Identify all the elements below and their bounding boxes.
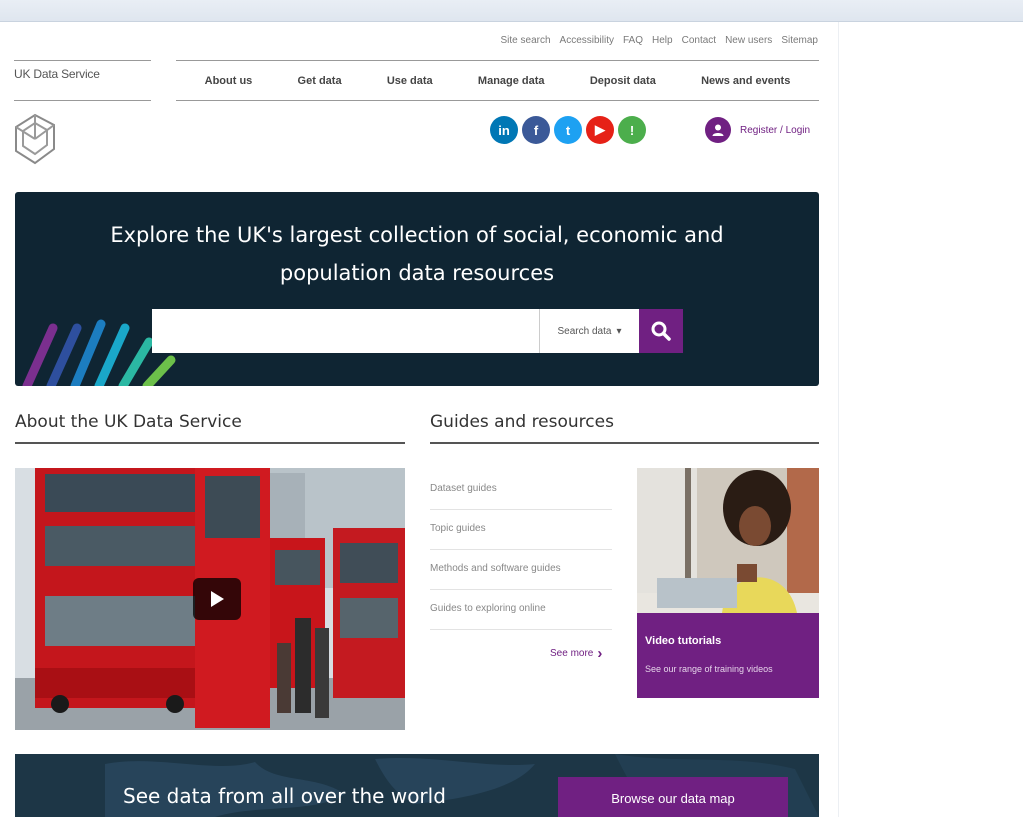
utility-link-help[interactable]: Help (652, 35, 673, 46)
right-blank-pane (838, 22, 1023, 817)
data-search-input[interactable] (152, 309, 539, 353)
register-login-link[interactable]: Register / Login (705, 117, 810, 143)
social-links: in f t ▶ ! (490, 116, 646, 144)
guide-link-dataset[interactable]: Dataset guides (430, 470, 612, 510)
youtube-icon[interactable]: ▶ (586, 116, 614, 144)
guide-link-topic[interactable]: Topic guides (430, 510, 612, 550)
utility-link-contact[interactable]: Contact (682, 35, 716, 46)
main-nav: About us Get data Use data Manage data D… (176, 60, 819, 101)
caret-down-icon: ▾ (616, 325, 622, 337)
hero-title-line1: Explore the UK's largest collection of s… (110, 223, 724, 247)
nav-use-data[interactable]: Use data (387, 75, 433, 87)
youtube-glyph: ▶ (595, 122, 605, 137)
utility-link-sitemap[interactable]: Sitemap (781, 35, 818, 46)
nav-news-and-events[interactable]: News and events (701, 75, 790, 87)
chevron-right-icon: › (597, 645, 603, 662)
search-icon (651, 321, 671, 341)
twitter-glyph: t (565, 122, 571, 138)
search-button[interactable] (639, 309, 683, 353)
register-login-label: Register / Login (740, 124, 811, 136)
video-tutorials-card[interactable]: Video tutorials See our range of trainin… (637, 468, 819, 698)
student-laptop-photo (637, 468, 819, 613)
utility-link-site-search[interactable]: Site search (501, 35, 551, 46)
hero-search-panel: Explore the UK's largest collection of s… (15, 192, 819, 386)
utility-link-faq[interactable]: FAQ (623, 35, 643, 46)
nav-deposit-data[interactable]: Deposit data (590, 75, 656, 87)
data-map-text: See data from all over the world (123, 784, 446, 808)
guide-link-exploring-online[interactable]: Guides to exploring online (430, 590, 612, 630)
search-scope-dropdown[interactable]: Search data ▾ (539, 309, 639, 353)
guides-list: Dataset guides Topic guides Methods and … (430, 470, 612, 630)
utility-nav: Site search Accessibility FAQ Help Conta… (501, 35, 819, 46)
blog-icon[interactable]: ! (618, 116, 646, 144)
about-video[interactable] (15, 468, 405, 730)
browse-data-map-button[interactable]: Browse our data map (558, 777, 788, 817)
play-icon (211, 591, 224, 607)
search-scope-label: Search data (557, 325, 612, 337)
hero-title: Explore the UK's largest collection of s… (15, 216, 819, 292)
data-map-banner: See data from all over the world Browse … (15, 754, 819, 817)
utility-link-accessibility[interactable]: Accessibility (560, 35, 614, 46)
video-tutorials-subtitle: See our range of training videos (645, 664, 773, 674)
about-heading: About the UK Data Service (15, 412, 405, 444)
twitter-icon[interactable]: t (554, 116, 582, 144)
brand-name[interactable]: UK Data Service (14, 60, 151, 101)
video-tutorials-title: Video tutorials (645, 635, 722, 647)
browser-top-strip (0, 0, 1023, 22)
guides-heading: Guides and resources (430, 412, 819, 444)
facebook-icon[interactable]: f (522, 116, 550, 144)
facebook-glyph: f (533, 122, 539, 138)
user-avatar-icon (705, 117, 731, 143)
see-more-label: See more (550, 648, 594, 659)
linkedin-glyph: in (498, 122, 510, 138)
hero-title-line2: population data resources (279, 261, 555, 285)
guide-link-methods-software[interactable]: Methods and software guides (430, 550, 612, 590)
ukds-logo-icon[interactable] (14, 113, 56, 165)
nav-about-us[interactable]: About us (205, 75, 253, 87)
nav-manage-data[interactable]: Manage data (478, 75, 545, 87)
play-button[interactable] (193, 578, 241, 620)
see-more-link[interactable]: See more › (550, 645, 602, 662)
utility-link-new-users[interactable]: New users (725, 35, 772, 46)
nav-get-data[interactable]: Get data (298, 75, 342, 87)
linkedin-icon[interactable]: in (490, 116, 518, 144)
blog-glyph: ! (629, 122, 635, 138)
